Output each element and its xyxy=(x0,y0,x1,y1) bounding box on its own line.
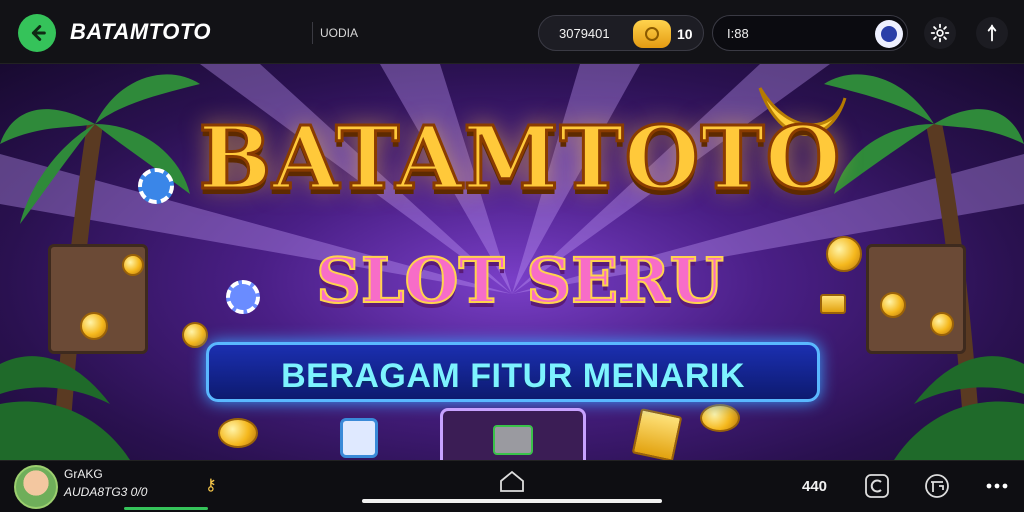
gesture-bar[interactable] xyxy=(362,499,662,503)
banner-tagline: BERAGAM FITUR MENARIK xyxy=(281,357,745,395)
settings-button[interactable] xyxy=(924,17,956,49)
home-outline-icon[interactable] xyxy=(498,469,526,493)
more-button[interactable] xyxy=(982,471,1012,501)
copyright-button[interactable] xyxy=(862,471,892,501)
arrow-left-icon xyxy=(31,25,46,41)
search-field[interactable]: I:88 xyxy=(712,15,908,51)
gold-bar xyxy=(820,294,846,314)
slot-machine-icon xyxy=(493,425,533,455)
brand-title: BATAMTOTO xyxy=(70,19,211,44)
copyright-icon xyxy=(865,474,889,498)
grid-button[interactable] xyxy=(922,471,952,501)
tagline-box: BERAGAM FITUR MENARIK xyxy=(206,342,820,402)
avatar[interactable] xyxy=(14,465,58,509)
gold-bar xyxy=(631,408,683,460)
count-label: 440 xyxy=(802,478,828,495)
search-text: I:88 xyxy=(727,26,749,41)
balance-pill[interactable]: 3079401 10 xyxy=(538,15,704,51)
pin-button[interactable] xyxy=(976,17,1008,49)
user-name: GrAKG xyxy=(64,467,103,481)
coin-decoration xyxy=(880,292,906,318)
coin-decoration xyxy=(122,254,144,276)
coin-icon xyxy=(633,20,671,48)
balance-value: 3079401 xyxy=(559,26,610,41)
coin-decoration xyxy=(826,236,862,272)
promo-banner[interactable]: BATAMTOTO SLOT SERU BERAGAM FITUR MENARI… xyxy=(0,64,1024,460)
banner-title: BATAMTOTO xyxy=(197,107,842,211)
back-button[interactable] xyxy=(18,14,56,52)
key-icon[interactable]: ⚷ xyxy=(205,475,217,495)
coin-decoration xyxy=(930,312,954,336)
pin-icon xyxy=(987,24,997,42)
coin-decoration xyxy=(700,404,740,432)
banner-subtitle: SLOT SERU xyxy=(315,243,725,318)
casino-chip xyxy=(138,168,174,204)
divider xyxy=(312,22,313,44)
grid-frame-icon xyxy=(925,474,949,498)
coin-decoration xyxy=(218,418,258,448)
coin-decoration xyxy=(182,322,208,348)
more-dots-icon xyxy=(986,483,1008,489)
balance-count: 10 xyxy=(677,26,693,42)
globe-icon[interactable] xyxy=(875,20,903,48)
user-subtitle: AUDA8TG3 0/0 xyxy=(64,485,148,499)
slot-card xyxy=(440,408,586,460)
gear-icon xyxy=(930,23,950,43)
top-bar: BATAMTOTO UODIA 3079401 10 I:88 xyxy=(0,0,1024,64)
nav-label[interactable]: UODIA xyxy=(320,26,358,40)
user-progress-bar xyxy=(124,507,208,510)
shield-icon xyxy=(340,418,378,458)
coin-decoration xyxy=(80,312,108,340)
bottom-bar: GrAKG AUDA8TG3 0/0 ⚷ 440 xyxy=(0,460,1024,512)
